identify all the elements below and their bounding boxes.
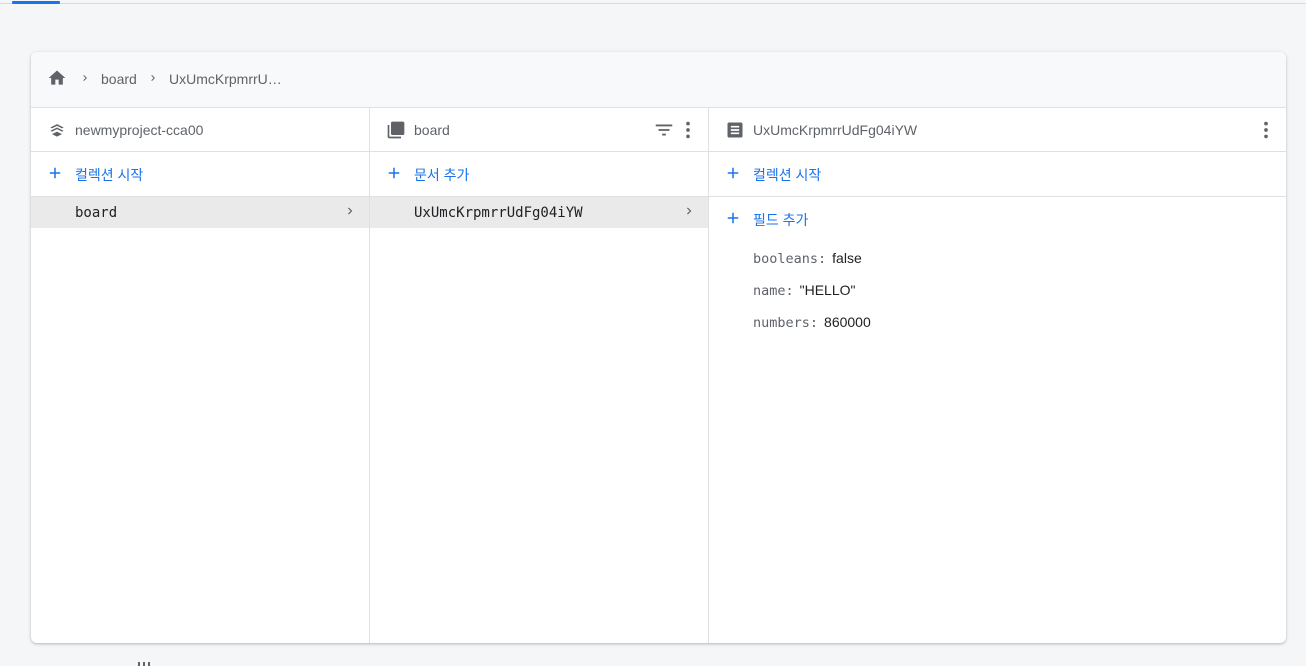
active-tab-indicator (12, 1, 60, 4)
add-document-button[interactable]: 문서 추가 (370, 152, 708, 197)
project-column: newmyproject-cca00 컬렉션 시작 board (31, 108, 370, 643)
chevron-right-icon (151, 75, 155, 81)
field-value: 860000 (824, 314, 871, 330)
field-key: booleans: (753, 251, 827, 267)
more-vert-icon[interactable] (677, 119, 699, 141)
collection-column: board 문서 추가 UxUmcKrpmrrUdFg04iYW (370, 108, 709, 643)
collection-item-label: board (75, 205, 118, 221)
chevron-right-icon (348, 207, 353, 215)
add-document-label: 문서 추가 (414, 167, 470, 183)
start-subcollection-label: 컬렉션 시작 (753, 167, 822, 183)
field-row[interactable]: numbers: 860000 (753, 314, 871, 331)
field-key: numbers: (753, 315, 819, 331)
document-column-header: UxUmcKrpmrrUdFg04iYW (709, 108, 1286, 152)
add-field-label: 필드 추가 (753, 212, 809, 228)
document-icon (727, 122, 743, 138)
home-icon[interactable] (47, 68, 67, 88)
breadcrumb-item-document[interactable]: UxUmcKrpmrrU… (169, 71, 282, 87)
start-collection-label: 컬렉션 시작 (75, 167, 144, 183)
start-subcollection-button[interactable]: 컬렉션 시작 (709, 152, 1286, 197)
field-value: false (832, 250, 862, 266)
start-collection-button[interactable]: 컬렉션 시작 (31, 152, 369, 197)
top-divider (0, 3, 1306, 4)
plus-icon (727, 167, 739, 179)
filter-icon[interactable] (653, 119, 675, 141)
collection-list-item[interactable]: board (31, 197, 369, 228)
chevron-right-icon (687, 207, 692, 215)
collection-icon (387, 121, 405, 139)
document-title: UxUmcKrpmrrUdFg04iYW (753, 122, 918, 138)
chevron-right-icon (83, 75, 87, 81)
collection-column-header: board (370, 108, 708, 152)
breadcrumb-item-collection[interactable]: board (101, 71, 137, 87)
firestore-data-panel: board UxUmcKrpmrrU… newmyproject-cca00 컬… (31, 52, 1286, 643)
field-value: "HELLO" (799, 282, 856, 298)
document-list-item[interactable]: UxUmcKrpmrrUdFg04iYW (370, 197, 708, 228)
firestore-icon (50, 124, 64, 137)
project-title: newmyproject-cca00 (75, 122, 204, 138)
field-row[interactable]: name: "HELLO" (753, 282, 856, 299)
breadcrumb: board UxUmcKrpmrrU… (31, 52, 1286, 108)
collection-title: board (414, 122, 450, 138)
field-row[interactable]: booleans: false (753, 250, 862, 267)
document-item-label: UxUmcKrpmrrUdFg04iYW (414, 205, 583, 221)
project-column-header: newmyproject-cca00 (31, 108, 369, 152)
more-vert-icon[interactable] (1255, 119, 1277, 141)
plus-icon (49, 167, 61, 179)
add-field-button[interactable]: 필드 추가 (709, 197, 1286, 241)
plus-icon (388, 167, 400, 179)
plus-icon (727, 212, 739, 224)
document-column: UxUmcKrpmrrUdFg04iYW 컬렉션 시작 필드 추가 boolea… (709, 108, 1286, 643)
cut-off-text-fragment (138, 662, 150, 666)
field-key: name: (753, 283, 794, 299)
